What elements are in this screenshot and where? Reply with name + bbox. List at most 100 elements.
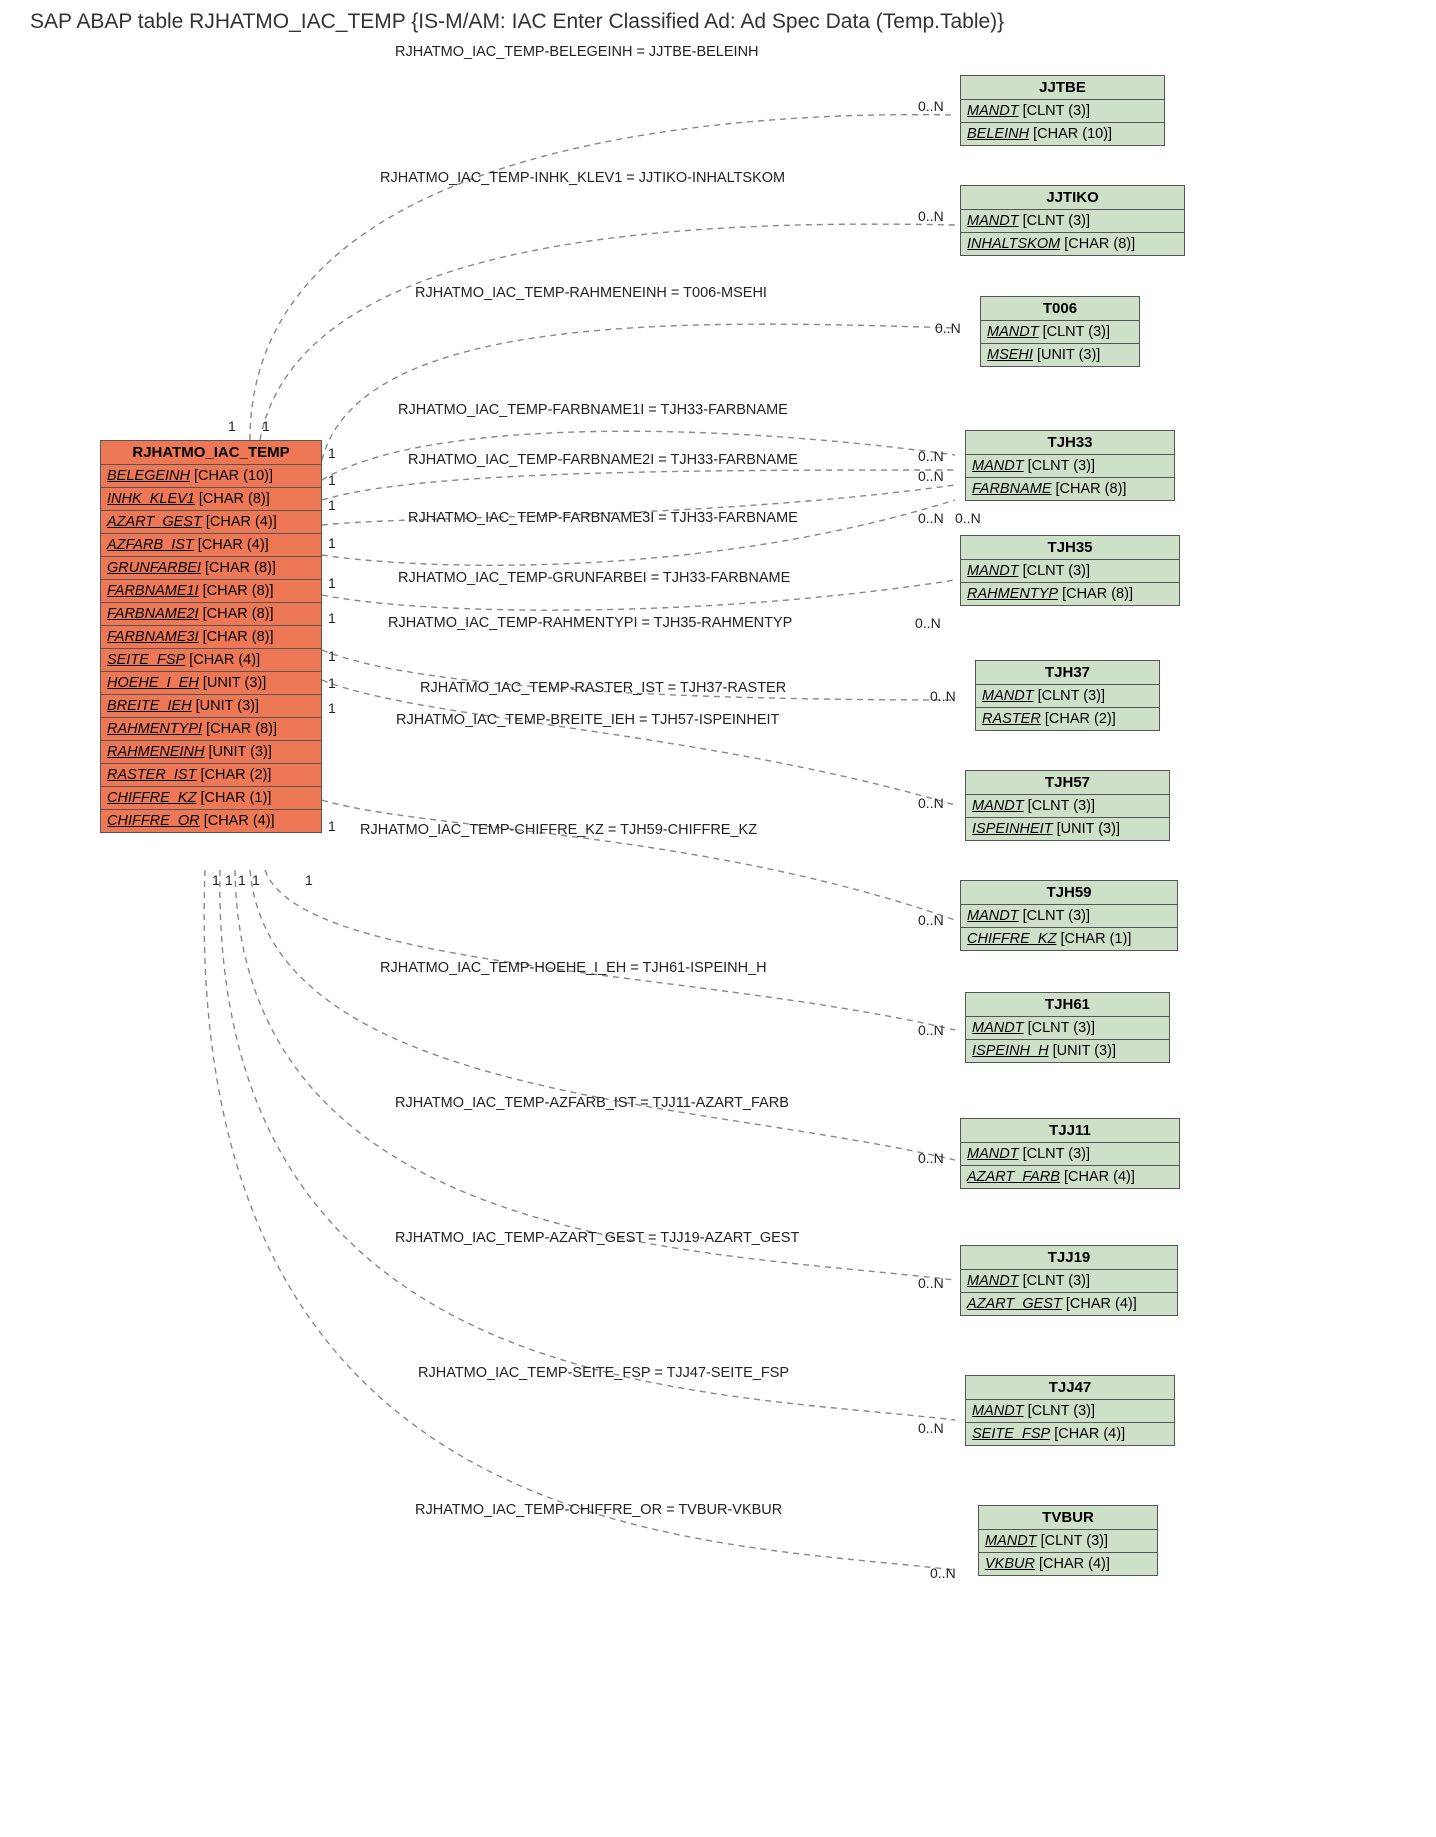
- entity-field: AZART_FARB [CHAR (4)]: [961, 1166, 1179, 1188]
- cardinality-one: 1: [228, 418, 236, 434]
- entity-field: FARBNAME [CHAR (8)]: [966, 478, 1174, 500]
- cardinality-many: 0..N: [918, 98, 944, 114]
- entity-rjhatmo-iac-temp: RJHATMO_IAC_TEMP BELEGEINH [CHAR (10)] I…: [100, 440, 322, 833]
- entity-header: JJTIKO: [961, 186, 1184, 210]
- entity-field: INHALTSKOM [CHAR (8)]: [961, 233, 1184, 255]
- entity-field: BREITE_IEH [UNIT (3)]: [101, 695, 321, 718]
- entity-field: RAHMENEINH [UNIT (3)]: [101, 741, 321, 764]
- cardinality-one: 1: [328, 818, 336, 834]
- entity-field: FARBNAME3I [CHAR (8)]: [101, 626, 321, 649]
- relation-label: RJHATMO_IAC_TEMP-AZFARB_IST = TJJ11-AZAR…: [395, 1095, 789, 1111]
- entity-field: MANDT [CLNT (3)]: [961, 1143, 1179, 1166]
- entity-header: JJTBE: [961, 76, 1164, 100]
- entity-tjj11: TJJ11 MANDT [CLNT (3)] AZART_FARB [CHAR …: [960, 1118, 1180, 1189]
- entity-field: RASTER_IST [CHAR (2)]: [101, 764, 321, 787]
- entity-field: MANDT [CLNT (3)]: [979, 1530, 1157, 1553]
- entity-field: AZART_GEST [CHAR (4)]: [961, 1293, 1177, 1315]
- relation-label: RJHATMO_IAC_TEMP-SEITE_FSP = TJJ47-SEITE…: [418, 1365, 789, 1381]
- relation-label: RJHATMO_IAC_TEMP-FARBNAME3I = TJH33-FARB…: [408, 510, 798, 526]
- cardinality-many: 0..N: [918, 510, 944, 526]
- entity-tjj19: TJJ19 MANDT [CLNT (3)] AZART_GEST [CHAR …: [960, 1245, 1178, 1316]
- entity-jjtbe: JJTBE MANDT [CLNT (3)] BELEINH [CHAR (10…: [960, 75, 1165, 146]
- relation-label: RJHATMO_IAC_TEMP-RASTER_IST = TJH37-RAST…: [420, 680, 786, 696]
- entity-field: INHK_KLEV1 [CHAR (8)]: [101, 488, 321, 511]
- entity-header: TJJ19: [961, 1246, 1177, 1270]
- cardinality-many: 0..N: [915, 615, 941, 631]
- entity-field: AZFARB_IST [CHAR (4)]: [101, 534, 321, 557]
- entity-field: MANDT [CLNT (3)]: [961, 905, 1177, 928]
- diagram-title: SAP ABAP table RJHATMO_IAC_TEMP {IS-M/AM…: [30, 10, 1004, 34]
- entity-header: RJHATMO_IAC_TEMP: [101, 441, 321, 465]
- entity-header: TJH37: [976, 661, 1159, 685]
- cardinality-many: 0..N: [955, 510, 981, 526]
- entity-field: MANDT [CLNT (3)]: [976, 685, 1159, 708]
- entity-header: TJJ11: [961, 1119, 1179, 1143]
- relation-label: RJHATMO_IAC_TEMP-BREITE_IEH = TJH57-ISPE…: [396, 712, 779, 728]
- relation-label: RJHATMO_IAC_TEMP-RAHMENTYPI = TJH35-RAHM…: [388, 615, 792, 631]
- entity-field: VKBUR [CHAR (4)]: [979, 1553, 1157, 1575]
- entity-field: FARBNAME2I [CHAR (8)]: [101, 603, 321, 626]
- entity-field: RAHMENTYPI [CHAR (8)]: [101, 718, 321, 741]
- relation-label: RJHATMO_IAC_TEMP-FARBNAME1I = TJH33-FARB…: [398, 402, 788, 418]
- entity-field: MANDT [CLNT (3)]: [961, 1270, 1177, 1293]
- entity-field: RASTER [CHAR (2)]: [976, 708, 1159, 730]
- entity-t006: T006 MANDT [CLNT (3)] MSEHI [UNIT (3)]: [980, 296, 1140, 367]
- cardinality-many: 0..N: [918, 1022, 944, 1038]
- entity-tjh37: TJH37 MANDT [CLNT (3)] RASTER [CHAR (2)]: [975, 660, 1160, 731]
- entity-tjh61: TJH61 MANDT [CLNT (3)] ISPEINH_H [UNIT (…: [965, 992, 1170, 1063]
- entity-field: ISPEINHEIT [UNIT (3)]: [966, 818, 1169, 840]
- entity-field: MANDT [CLNT (3)]: [981, 321, 1139, 344]
- entity-field: GRUNFARBEI [CHAR (8)]: [101, 557, 321, 580]
- cardinality-one: 1: [252, 872, 260, 888]
- entity-header: TJH57: [966, 771, 1169, 795]
- relation-label: RJHATMO_IAC_TEMP-RAHMENEINH = T006-MSEHI: [415, 285, 767, 301]
- entity-field: AZART_GEST [CHAR (4)]: [101, 511, 321, 534]
- cardinality-many: 0..N: [918, 1150, 944, 1166]
- entity-field: MANDT [CLNT (3)]: [966, 1017, 1169, 1040]
- entity-header: TJH59: [961, 881, 1177, 905]
- cardinality-one: 1: [305, 872, 313, 888]
- entity-header: TJH35: [961, 536, 1179, 560]
- cardinality-many: 0..N: [918, 448, 944, 464]
- relation-label: RJHATMO_IAC_TEMP-BELEGEINH = JJTBE-BELEI…: [395, 44, 759, 60]
- entity-header: T006: [981, 297, 1139, 321]
- entity-field: SEITE_FSP [CHAR (4)]: [966, 1423, 1174, 1445]
- entity-field: MSEHI [UNIT (3)]: [981, 344, 1139, 366]
- entity-field: BELEGEINH [CHAR (10)]: [101, 465, 321, 488]
- entity-tjh35: TJH35 MANDT [CLNT (3)] RAHMENTYP [CHAR (…: [960, 535, 1180, 606]
- cardinality-one: 1: [328, 445, 336, 461]
- relation-label: RJHATMO_IAC_TEMP-HOEHE_I_EH = TJH61-ISPE…: [380, 960, 767, 976]
- cardinality-one: 1: [212, 872, 220, 888]
- entity-field: MANDT [CLNT (3)]: [961, 210, 1184, 233]
- entity-field: CHIFFRE_KZ [CHAR (1)]: [961, 928, 1177, 950]
- cardinality-one: 1: [328, 675, 336, 691]
- entity-tjh57: TJH57 MANDT [CLNT (3)] ISPEINHEIT [UNIT …: [965, 770, 1170, 841]
- cardinality-many: 0..N: [918, 1275, 944, 1291]
- cardinality-one: 1: [262, 418, 270, 434]
- entity-header: TJH33: [966, 431, 1174, 455]
- entity-header: TVBUR: [979, 1506, 1157, 1530]
- relation-label: RJHATMO_IAC_TEMP-FARBNAME2I = TJH33-FARB…: [408, 452, 798, 468]
- entity-tvbur: TVBUR MANDT [CLNT (3)] VKBUR [CHAR (4)]: [978, 1505, 1158, 1576]
- entity-tjh33: TJH33 MANDT [CLNT (3)] FARBNAME [CHAR (8…: [965, 430, 1175, 501]
- entity-field: MANDT [CLNT (3)]: [966, 1400, 1174, 1423]
- entity-field: ISPEINH_H [UNIT (3)]: [966, 1040, 1169, 1062]
- cardinality-one: 1: [328, 472, 336, 488]
- cardinality-one: 1: [328, 648, 336, 664]
- connector-lines: [0, 0, 1436, 1837]
- cardinality-one: 1: [328, 575, 336, 591]
- entity-field: FARBNAME1I [CHAR (8)]: [101, 580, 321, 603]
- entity-field: CHIFFRE_OR [CHAR (4)]: [101, 810, 321, 832]
- entity-field: MANDT [CLNT (3)]: [966, 455, 1174, 478]
- entity-jjtiko: JJTIKO MANDT [CLNT (3)] INHALTSKOM [CHAR…: [960, 185, 1185, 256]
- entity-header: TJH61: [966, 993, 1169, 1017]
- entity-header: TJJ47: [966, 1376, 1174, 1400]
- relation-label: RJHATMO_IAC_TEMP-CHIFFRE_OR = TVBUR-VKBU…: [415, 1502, 782, 1518]
- entity-field: CHIFFRE_KZ [CHAR (1)]: [101, 787, 321, 810]
- cardinality-one: 1: [328, 497, 336, 513]
- cardinality-one: 1: [328, 700, 336, 716]
- cardinality-many: 0..N: [935, 320, 961, 336]
- cardinality-many: 0..N: [918, 468, 944, 484]
- relation-label: RJHATMO_IAC_TEMP-CHIFFRE_KZ = TJH59-CHIF…: [360, 822, 757, 838]
- entity-field: HOEHE_I_EH [UNIT (3)]: [101, 672, 321, 695]
